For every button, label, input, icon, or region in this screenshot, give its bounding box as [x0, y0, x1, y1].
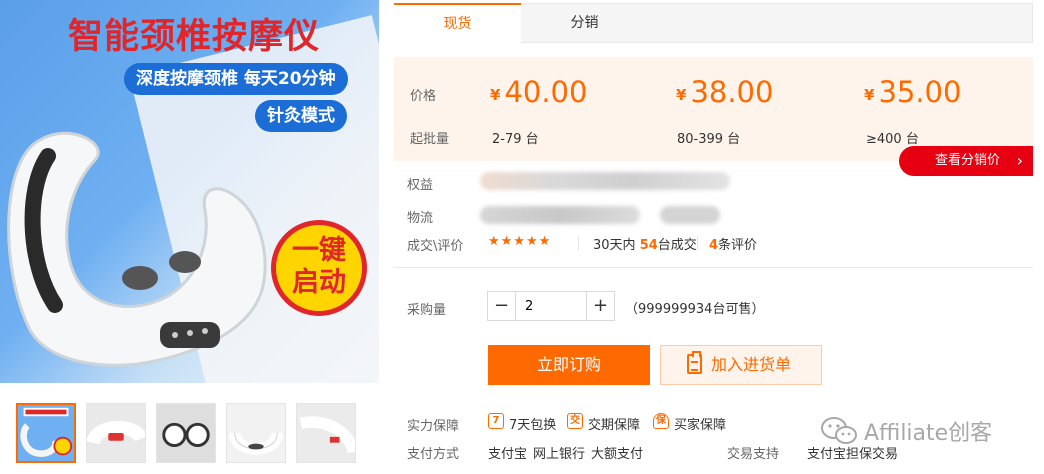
delivery-guarantee-icon: 交 — [567, 413, 583, 429]
distribution-button-label: 查看分销价 — [935, 153, 1001, 168]
chevron-right-icon: › — [1016, 151, 1023, 170]
thumbnail-image — [87, 404, 145, 462]
deals-reviews-label: 成交\评价 — [407, 239, 464, 254]
moq-label: 起批量 — [410, 132, 450, 147]
hero-mode-label: 针灸模式 — [255, 100, 347, 132]
thumbnail-image — [157, 404, 215, 462]
tab-spot-goods[interactable]: 现货 — [394, 3, 521, 43]
divider — [697, 236, 698, 250]
rights-label: 权益 — [407, 178, 434, 193]
currency-symbol: ¥ — [490, 86, 501, 104]
deal-prefix: 30天内 — [593, 238, 636, 253]
guarantee-item-1[interactable]: 7天包换 — [509, 414, 556, 433]
price-tier-2: ¥38.00 — [676, 75, 773, 109]
logistics-value-obscured — [660, 206, 720, 224]
deal-count[interactable]: 30天内 54台成交 — [593, 234, 697, 253]
deal-number: 54 — [639, 238, 658, 253]
available-stock: （999999934台可售） — [625, 302, 765, 317]
price-label: 价格 — [410, 89, 437, 104]
badge-line1: 一键 — [292, 235, 346, 266]
quantity-label: 采购量 — [407, 303, 447, 318]
price-tier-3: ¥35.00 — [864, 75, 961, 109]
payment-method-online-bank: 网上银行 — [533, 447, 586, 462]
guarantee-item-3[interactable]: 买家保障 — [674, 414, 726, 433]
review-suffix: 条评价 — [718, 238, 758, 253]
purchase-mode-tabs: 现货 分销 — [394, 3, 1033, 43]
wechat-icon — [821, 417, 857, 444]
moq-range-2: 80-399 台 — [677, 132, 741, 147]
thumbnail-5[interactable] — [296, 403, 356, 463]
thumbnail-image — [18, 405, 74, 461]
divider — [578, 236, 579, 250]
one-key-start-badge: 一键 启动 — [271, 220, 367, 316]
trade-support-label: 交易支持 — [727, 447, 780, 462]
payment-method-alipay: 支付宝 — [488, 447, 528, 462]
guarantee-label: 实力保障 — [407, 419, 460, 434]
increase-quantity-button[interactable]: + — [586, 292, 614, 320]
neck-massager-illustration — [7, 131, 267, 367]
add-to-list-label: 加入进货单 — [711, 355, 792, 374]
seven-day-exchange-icon: 7 — [488, 413, 504, 429]
price-value: 35.00 — [878, 75, 962, 109]
logistics-label: 物流 — [407, 211, 434, 226]
tab-distribution[interactable]: 分销 — [521, 3, 648, 43]
hero-title: 智能颈椎按摩仪 — [68, 17, 321, 57]
decrease-quantity-button[interactable]: − — [488, 292, 516, 320]
quantity-stepper: − + — [487, 291, 615, 321]
watermark-text: Affiliate创客 — [864, 421, 993, 446]
moq-range-3: ≥400 台 — [866, 132, 919, 147]
product-main-image: 智能颈椎按摩仪 深度按摩颈椎 每天20分钟 针灸模式 一键 启动 — [0, 0, 379, 383]
price-tier-1: ¥40.00 — [490, 75, 587, 109]
price-value: 40.00 — [504, 75, 588, 109]
thumbnail-image — [297, 404, 355, 462]
deal-suffix: 台成交 — [657, 238, 697, 253]
rights-value-obscured — [480, 172, 730, 190]
buy-now-button[interactable]: 立即订购 — [488, 345, 650, 385]
logistics-value-obscured — [480, 206, 640, 224]
thumbnail-image — [227, 404, 285, 462]
thumbnail-1[interactable] — [16, 403, 76, 463]
badge-line2: 启动 — [292, 267, 346, 298]
section-divider — [394, 267, 1033, 268]
thumbnail-2[interactable] — [86, 403, 146, 463]
currency-symbol: ¥ — [676, 86, 687, 104]
add-to-purchase-list-button[interactable]: 加入进货单 — [660, 345, 822, 385]
moq-range-1: 2-79 台 — [492, 132, 539, 147]
review-number: 4 — [709, 238, 719, 253]
buyer-protection-shield-icon: 保 — [653, 413, 669, 429]
clipboard-icon — [687, 351, 702, 374]
review-count[interactable]: 4条评价 — [709, 234, 757, 253]
price-value: 38.00 — [690, 75, 774, 109]
payment-method-large-amount: 大额支付 — [591, 447, 644, 462]
thumbnail-3[interactable] — [156, 403, 216, 463]
watermark: Affiliate创客 — [820, 412, 1030, 446]
thumbnail-4[interactable] — [226, 403, 286, 463]
quantity-input[interactable] — [517, 292, 585, 320]
view-distribution-price-button[interactable]: 查看分销价 › — [899, 146, 1033, 176]
rating-stars: ★★★★★ — [488, 234, 552, 249]
currency-symbol: ¥ — [864, 86, 875, 104]
payment-label: 支付方式 — [407, 447, 460, 462]
guarantee-item-2[interactable]: 交期保障 — [588, 414, 640, 433]
hero-tagline: 深度按摩颈椎 每天20分钟 — [124, 63, 348, 95]
